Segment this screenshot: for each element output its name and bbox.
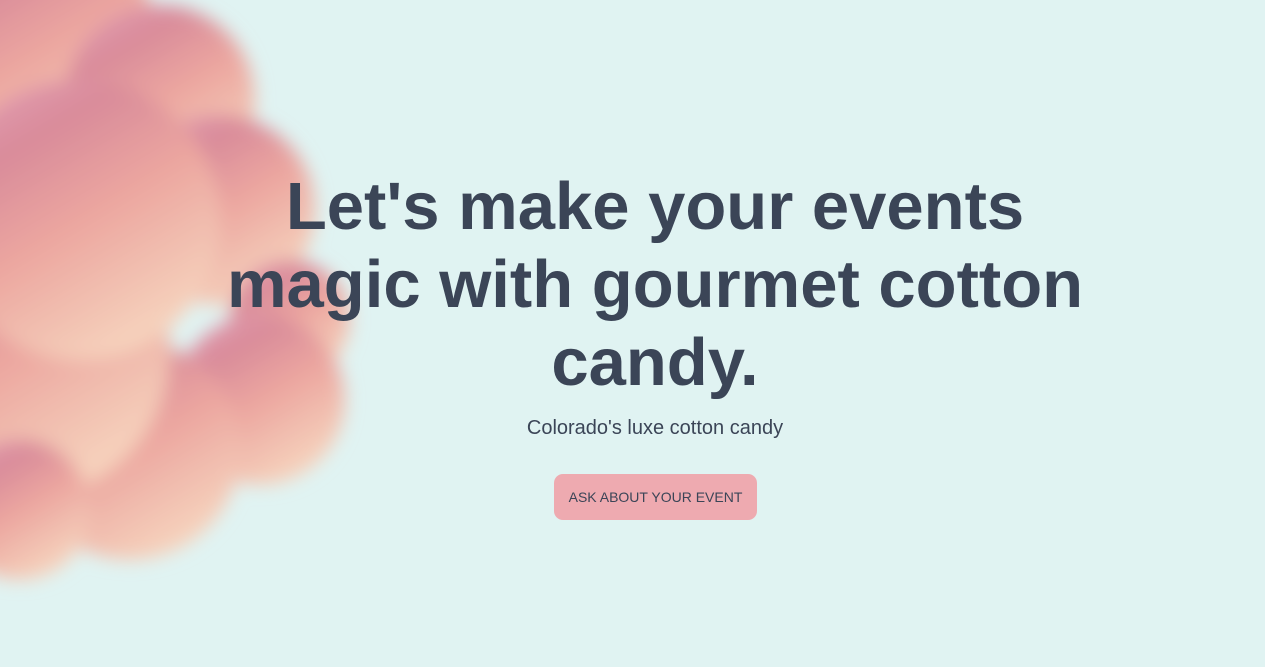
landing-page: Let's make your events magic with gourme… [0,0,1265,667]
hero-headline: Let's make your events magic with gourme… [226,169,1084,400]
hero-subheadline: Colorado's luxe cotton candy [526,417,784,439]
ask-about-your-event-button[interactable]: ASK ABOUT YOUR EVENT [554,474,757,520]
